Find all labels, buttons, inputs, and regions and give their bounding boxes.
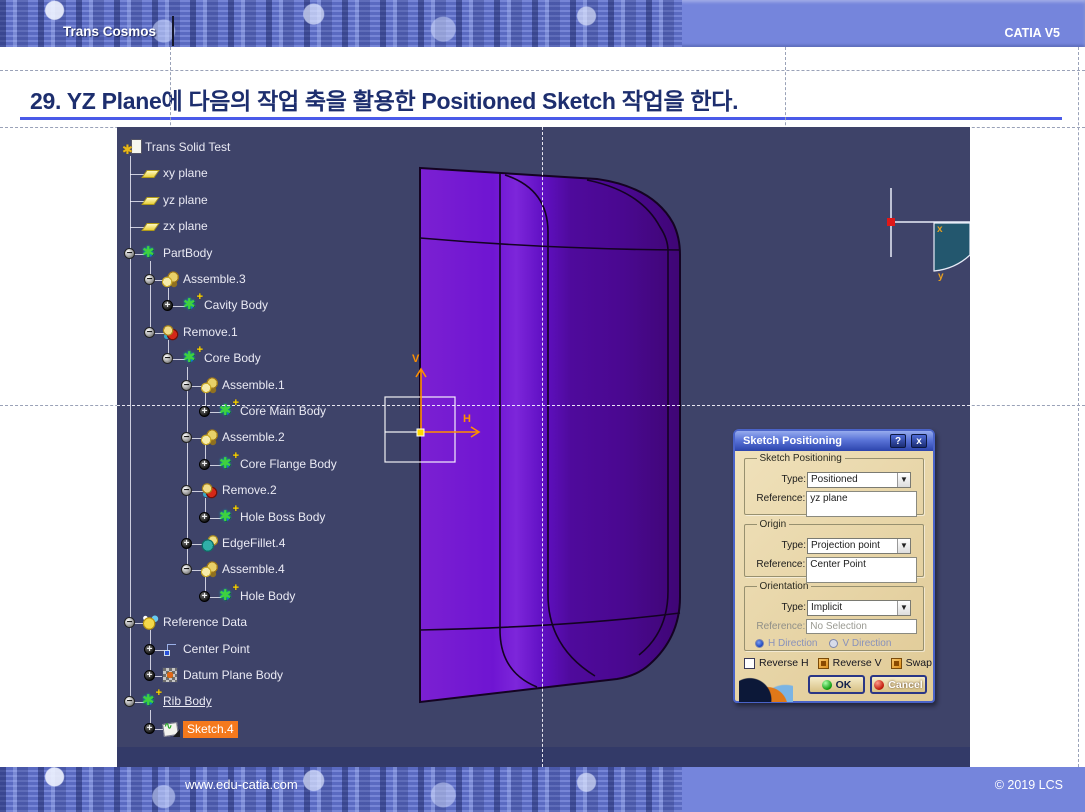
type-label: Type: — [745, 538, 807, 554]
axis-h-label: H — [463, 413, 471, 425]
type-label: Type: — [745, 600, 807, 616]
combo-arrow-icon[interactable]: ▼ — [897, 473, 910, 487]
radio-dot-icon[interactable] — [755, 639, 764, 648]
group-origin: Origin Type: Projection point ▼ Referenc… — [744, 519, 924, 577]
axis-v-label: V — [412, 353, 419, 365]
type-label: Type: — [745, 472, 807, 488]
checkbox-icon[interactable] — [891, 658, 902, 669]
sketch-axes — [416, 369, 479, 437]
guide-white-horizontal — [117, 405, 970, 406]
dialog-decoration-swirl — [739, 674, 793, 702]
product-label: CATIA V5 — [1004, 26, 1060, 40]
sketch-positioning-dialog: Sketch Positioning ? x Sketch Positionin… — [733, 429, 935, 703]
orientation-type-combo[interactable]: Implicit ▼ — [807, 600, 911, 616]
origin-type-combo[interactable]: Projection point ▼ — [807, 538, 911, 554]
dialog-help-button[interactable]: ? — [890, 434, 906, 448]
checkbox-swap[interactable]: Swap — [891, 657, 932, 669]
corner-axis-widget — [887, 188, 970, 271]
positioning-reference-field[interactable]: yz plane — [806, 491, 917, 517]
ok-orb-icon — [822, 680, 832, 690]
radio-dot-icon[interactable] — [829, 639, 838, 648]
corner-axis-point — [887, 218, 895, 226]
corner-axis-y-label: y — [938, 271, 944, 282]
group-legend: Orientation — [757, 581, 812, 592]
footer-site-link[interactable]: www.edu-catia.com — [185, 777, 298, 792]
header-tab-edge — [172, 16, 174, 46]
brand-label: Trans Cosmos — [63, 24, 156, 39]
footer-pattern — [0, 767, 682, 812]
guide-vertical-right — [1078, 47, 1079, 767]
catia-screenshot: Trans Solid Testxy planeyz planezx plane… — [117, 127, 970, 767]
dialog-buttons: OK Cancel — [808, 675, 927, 694]
radio-v-direction[interactable]: V Direction — [829, 638, 891, 649]
reference-label: Reference: — [745, 619, 806, 634]
dialog-body: Sketch Positioning Type: Positioned ▼ Re… — [735, 451, 933, 705]
guide-horizontal-top — [0, 70, 1085, 71]
checkbox-icon[interactable] — [744, 658, 755, 669]
ok-button[interactable]: OK — [808, 675, 865, 694]
group-orientation: Orientation Type: Implicit ▼ Reference: … — [744, 581, 924, 651]
orientation-reference-field[interactable]: No Selection — [806, 619, 917, 634]
footer-copyright: © 2019 LCS — [995, 778, 1063, 792]
header-band: Trans Cosmos CATIA V5 — [0, 0, 1085, 47]
origin-reference-field[interactable]: Center Point — [806, 557, 917, 583]
dialog-close-button[interactable]: x — [911, 434, 927, 448]
checkbox-icon[interactable] — [818, 658, 829, 669]
positioning-type-combo[interactable]: Positioned ▼ — [807, 472, 911, 488]
group-legend: Origin — [757, 519, 790, 530]
reference-label: Reference: — [745, 491, 806, 517]
checkbox-reverse-h[interactable]: Reverse H — [744, 657, 809, 669]
combo-arrow-icon[interactable]: ▼ — [897, 601, 910, 615]
reference-label: Reference: — [745, 557, 806, 583]
dialog-title: Sketch Positioning — [743, 435, 842, 447]
radio-h-direction[interactable]: H Direction — [755, 638, 817, 649]
checkbox-reverse-v[interactable]: Reverse V — [818, 657, 882, 669]
guide-white-vertical — [542, 127, 543, 767]
sketch-origin-point — [417, 429, 424, 436]
cancel-orb-icon — [874, 680, 884, 690]
dialog-titlebar[interactable]: Sketch Positioning ? x — [735, 431, 933, 451]
orientation-checkboxes: Reverse H Reverse V Swap — [744, 657, 932, 669]
cancel-button[interactable]: Cancel — [870, 675, 927, 694]
title-rule — [20, 117, 1062, 120]
footer-band: www.edu-catia.com © 2019 LCS — [0, 767, 1085, 812]
page-title: 29. YZ Plane에 다음의 작업 축을 활용한 Positioned S… — [30, 82, 738, 116]
slide: Trans Cosmos CATIA V5 29. YZ Plane에 다음의 … — [0, 0, 1085, 812]
group-sketch-positioning: Sketch Positioning Type: Positioned ▼ Re… — [744, 453, 924, 515]
corner-axis-x-label: x — [937, 224, 943, 235]
group-legend: Sketch Positioning — [757, 453, 845, 464]
combo-arrow-icon[interactable]: ▼ — [897, 539, 910, 553]
